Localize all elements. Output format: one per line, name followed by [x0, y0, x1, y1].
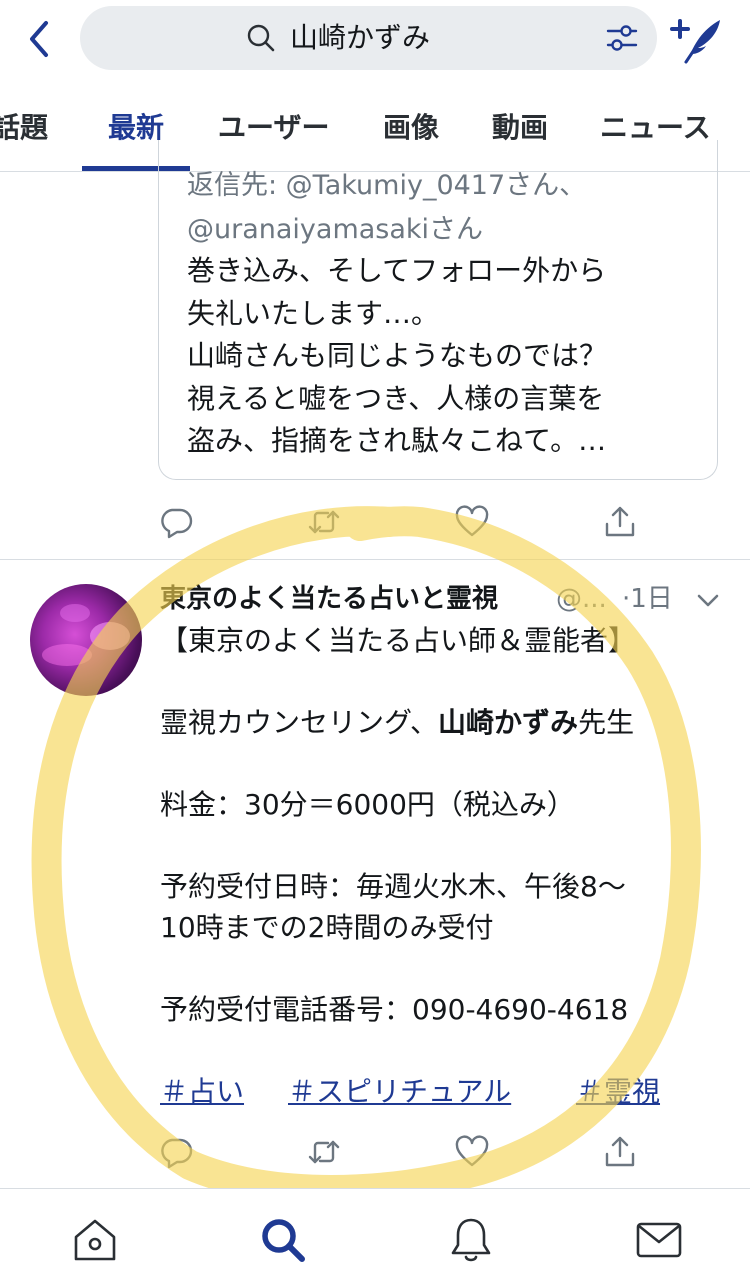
- tweet-line: 10時までの2時間のみ受付: [160, 911, 494, 944]
- hashtag-link[interactable]: ＃霊視: [576, 1070, 660, 1114]
- reply-to-first: 返信先: @Takumiy_0417さん、: [187, 170, 587, 201]
- tweet-header: 東京のよく当たる占いと霊視 @... ·1日: [160, 576, 730, 620]
- mail-icon: [636, 1222, 682, 1258]
- chevron-down-icon[interactable]: [694, 586, 722, 614]
- quoted-line: 失礼いたします…。: [187, 296, 440, 330]
- retweet-button[interactable]: [306, 504, 342, 540]
- bell-icon: [451, 1218, 491, 1262]
- nav-explore[interactable]: [258, 1215, 308, 1265]
- retweet-icon: [308, 1140, 340, 1164]
- quoted-tweet-card[interactable]: 返信先: @Takumiy_0417さん、 @uranaiyamasakiさん …: [158, 140, 718, 480]
- reply-button[interactable]: [158, 504, 194, 540]
- quoted-line: 巻き込み、そしてフォロー外から: [187, 254, 607, 287]
- hashtag-link[interactable]: ＃スピリチュアル: [288, 1070, 511, 1114]
- quoted-line: 山崎さんも同じようなものでは？: [187, 339, 608, 372]
- share-button[interactable]: [602, 504, 638, 540]
- reply-to-second[interactable]: @uranaiyamasakiさん: [187, 214, 483, 245]
- display-name[interactable]: 東京のよく当たる占いと霊視: [160, 580, 498, 618]
- reply-to-line: 返信先: @Takumiy_0417さん、 @uranaiyamasakiさん: [187, 164, 586, 252]
- bottom-tab-bar: [0, 1188, 750, 1286]
- tweet-line: 予約受付日時：毎週火水木、午後8〜: [160, 870, 626, 903]
- reply-icon: [161, 1138, 193, 1169]
- like-button[interactable]: [454, 504, 490, 540]
- share-icon: [605, 1136, 635, 1167]
- nav-home[interactable]: [70, 1215, 120, 1265]
- heart-icon: [455, 505, 489, 537]
- quoted-tweet-text: 巻き込み、そしてフォロー外から 失礼いたします…。 山崎さんも同じようなものでは…: [187, 250, 707, 463]
- tweet-line: 予約受付電話番号：090-4690-4618: [160, 993, 629, 1026]
- tweet-actions: [158, 1134, 638, 1178]
- handle[interactable]: @...: [556, 580, 607, 618]
- share-icon: [605, 506, 635, 537]
- heart-icon: [455, 1135, 489, 1167]
- tweet-actions: [158, 504, 638, 548]
- home-icon: [74, 1219, 116, 1261]
- share-button[interactable]: [602, 1134, 638, 1170]
- like-button[interactable]: [454, 1134, 490, 1170]
- nav-notifications[interactable]: [446, 1215, 496, 1265]
- retweet-icon: [308, 510, 340, 534]
- reply-icon: [161, 508, 193, 539]
- search-icon: [262, 1219, 305, 1262]
- quoted-line: 盗み、指摘をされ駄々こねて。…: [187, 424, 607, 457]
- tweet-line-part: 先生: [578, 706, 635, 739]
- retweet-button[interactable]: [306, 1134, 342, 1170]
- reply-button[interactable]: [158, 1134, 194, 1170]
- tweet-line: 料金：30分＝6000円（税込み）: [160, 788, 575, 821]
- tweet-line-part: 霊視カウンセリング、: [160, 706, 439, 739]
- avatar[interactable]: [30, 584, 142, 696]
- quoted-line: 視えると嘘をつき、人様の言葉を: [187, 381, 605, 415]
- highlighted-search-term: 山崎かずみ: [438, 706, 579, 739]
- hashtag-link[interactable]: ＃占い: [160, 1070, 244, 1114]
- tweet-line: 【東京のよく当たる占い師＆霊能者】: [160, 624, 637, 657]
- timestamp: ·1日: [622, 584, 673, 614]
- nav-messages[interactable]: [634, 1215, 684, 1265]
- tweet-divider: [0, 559, 750, 560]
- tweet-text: 【東京のよく当たる占い師＆霊能者】 霊視カウンセリング、山崎かずみ先生 料金：3…: [160, 620, 720, 1030]
- tweet-line: 霊視カウンセリング、山崎かずみ先生: [160, 702, 720, 743]
